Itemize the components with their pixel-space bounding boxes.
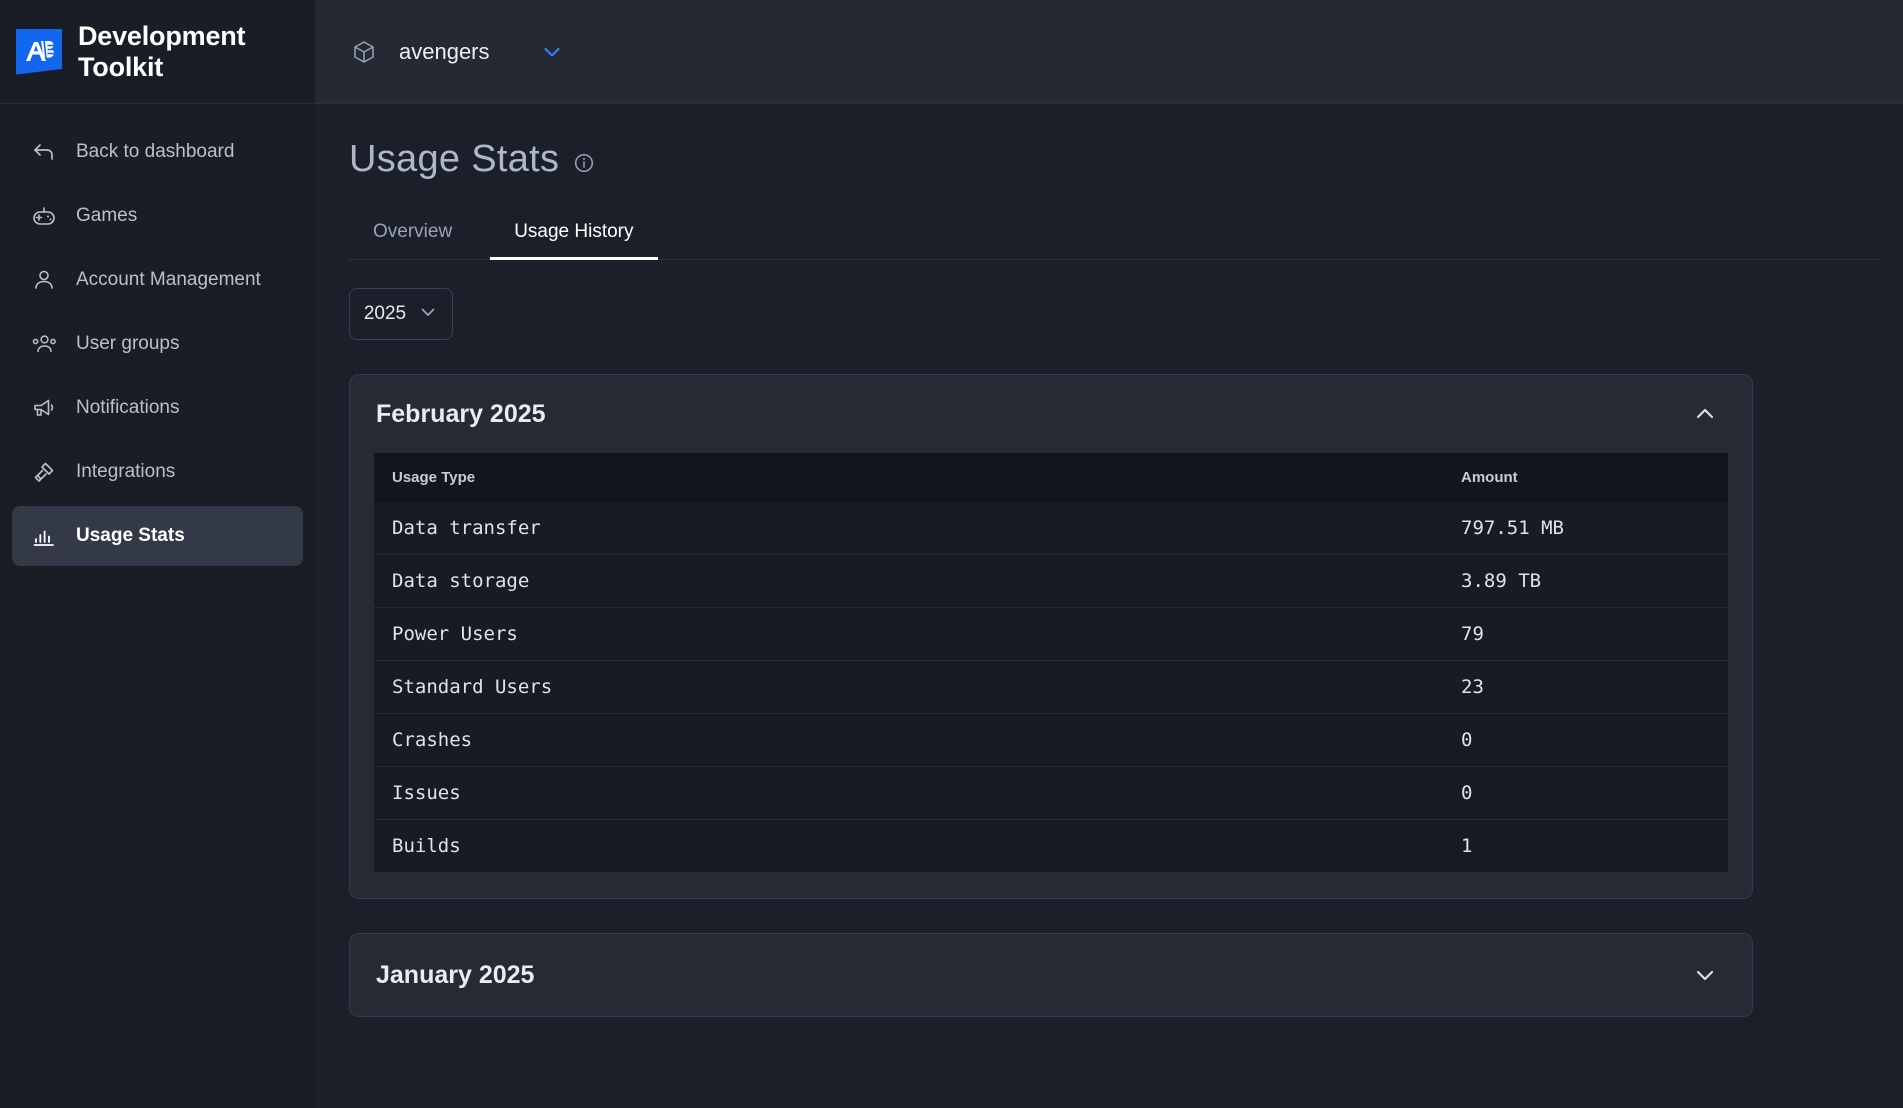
gamepad-icon bbox=[30, 202, 58, 230]
year-filter-dropdown[interactable]: 2025 bbox=[349, 288, 453, 340]
cell-amount: 797.51 MB bbox=[1443, 502, 1728, 555]
sidebar-item-label: Back to dashboard bbox=[76, 141, 235, 162]
month-card-january: January 2025 bbox=[349, 933, 1753, 1017]
usage-table: Usage Type Amount Data transfer 797.51 M… bbox=[374, 453, 1728, 872]
table-row: Data transfer 797.51 MB bbox=[374, 502, 1728, 555]
brand-title: Development Toolkit bbox=[78, 21, 246, 82]
page-title: Usage Stats bbox=[349, 138, 560, 180]
project-name-label: avengers bbox=[399, 38, 490, 64]
cell-usage-type: Data storage bbox=[374, 554, 1443, 608]
chevron-down-icon[interactable] bbox=[1692, 962, 1718, 988]
sidebar: Development Toolkit Back to dashboard Ga… bbox=[0, 0, 315, 1108]
cell-usage-type: Standard Users bbox=[374, 660, 1443, 714]
sidebar-item-label: Integrations bbox=[76, 461, 176, 482]
bar-chart-icon bbox=[30, 522, 58, 550]
cell-amount: 1 bbox=[1443, 819, 1728, 872]
month-card-february: February 2025 Usage Type Amount Data tra… bbox=[349, 374, 1753, 899]
content-area: Usage Stats Overview Usage History 2025 … bbox=[315, 104, 1903, 1108]
user-icon bbox=[30, 266, 58, 294]
usage-table-wrapper: Usage Type Amount Data transfer 797.51 M… bbox=[350, 453, 1752, 898]
brand-title-line1: Development bbox=[78, 21, 246, 52]
chevron-down-icon bbox=[418, 302, 438, 327]
cell-amount: 0 bbox=[1443, 713, 1728, 767]
usage-table-body: Data transfer 797.51 MB Data storage 3.8… bbox=[374, 502, 1728, 872]
cell-amount: 23 bbox=[1443, 660, 1728, 714]
sidebar-item-account-management[interactable]: Account Management bbox=[12, 250, 303, 310]
month-title: January 2025 bbox=[376, 960, 535, 989]
cell-usage-type: Data transfer bbox=[374, 502, 1443, 555]
cell-usage-type: Power Users bbox=[374, 607, 1443, 661]
brand-title-line2: Toolkit bbox=[78, 51, 164, 82]
chevron-up-icon[interactable] bbox=[1692, 401, 1718, 427]
sidebar-item-label: Games bbox=[76, 205, 138, 226]
brand-header: Development Toolkit bbox=[0, 0, 315, 104]
sidebar-item-integrations[interactable]: Integrations bbox=[12, 442, 303, 502]
cell-amount: 3.89 TB bbox=[1443, 554, 1728, 608]
sidebar-item-label: User groups bbox=[76, 333, 180, 354]
tab-label: Overview bbox=[373, 221, 453, 242]
tab-bar: Overview Usage History bbox=[349, 209, 1881, 260]
sidebar-item-usage-stats[interactable]: Usage Stats bbox=[12, 506, 303, 566]
column-header-amount: Amount bbox=[1443, 453, 1728, 502]
month-card-header[interactable]: January 2025 bbox=[350, 934, 1752, 1016]
project-selector[interactable]: avengers bbox=[343, 33, 572, 71]
plug-icon bbox=[30, 458, 58, 486]
table-row: Crashes 0 bbox=[374, 713, 1728, 767]
sidebar-item-notifications[interactable]: Notifications bbox=[12, 378, 303, 438]
table-row: Standard Users 23 bbox=[374, 660, 1728, 714]
month-card-header[interactable]: February 2025 bbox=[350, 375, 1752, 453]
cell-usage-type: Issues bbox=[374, 766, 1443, 820]
tab-overview[interactable]: Overview bbox=[349, 209, 476, 260]
cell-usage-type: Crashes bbox=[374, 713, 1443, 767]
page-header: Usage Stats bbox=[343, 104, 1875, 181]
top-bar: avengers bbox=[315, 0, 1903, 104]
app-root: Development Toolkit Back to dashboard Ga… bbox=[0, 0, 1903, 1108]
chevron-down-icon[interactable] bbox=[540, 40, 564, 64]
main-area: avengers Usage Stats Overview Usage Hist… bbox=[315, 0, 1903, 1108]
table-header-row: Usage Type Amount bbox=[374, 453, 1728, 502]
sidebar-item-user-groups[interactable]: User groups bbox=[12, 314, 303, 374]
table-row: Issues 0 bbox=[374, 766, 1728, 820]
cube-icon bbox=[351, 39, 377, 65]
cell-amount: 79 bbox=[1443, 607, 1728, 661]
year-filter-value: 2025 bbox=[363, 303, 407, 324]
usage-table-head: Usage Type Amount bbox=[374, 453, 1728, 502]
table-row: Data storage 3.89 TB bbox=[374, 554, 1728, 608]
megaphone-icon bbox=[30, 394, 58, 422]
sidebar-item-label: Notifications bbox=[76, 397, 180, 418]
back-arrow-icon bbox=[30, 138, 58, 166]
table-row: Power Users 79 bbox=[374, 607, 1728, 661]
sidebar-item-games[interactable]: Games bbox=[12, 186, 303, 246]
cell-usage-type: Builds bbox=[374, 819, 1443, 872]
sidebar-item-label: Account Management bbox=[76, 269, 261, 290]
tab-label: Usage History bbox=[514, 221, 634, 242]
sidebar-nav: Back to dashboard Games Account Manageme… bbox=[0, 104, 315, 566]
app-logo-icon bbox=[16, 28, 62, 75]
users-group-icon bbox=[30, 330, 58, 358]
month-title: February 2025 bbox=[376, 399, 546, 428]
sidebar-item-label: Usage Stats bbox=[76, 525, 185, 546]
column-header-usage-type: Usage Type bbox=[374, 453, 1443, 502]
info-circle-icon[interactable] bbox=[573, 152, 595, 174]
cell-amount: 0 bbox=[1443, 766, 1728, 820]
tab-usage-history[interactable]: Usage History bbox=[490, 209, 658, 260]
sidebar-item-back-to-dashboard[interactable]: Back to dashboard bbox=[12, 122, 303, 182]
table-row: Builds 1 bbox=[374, 819, 1728, 872]
